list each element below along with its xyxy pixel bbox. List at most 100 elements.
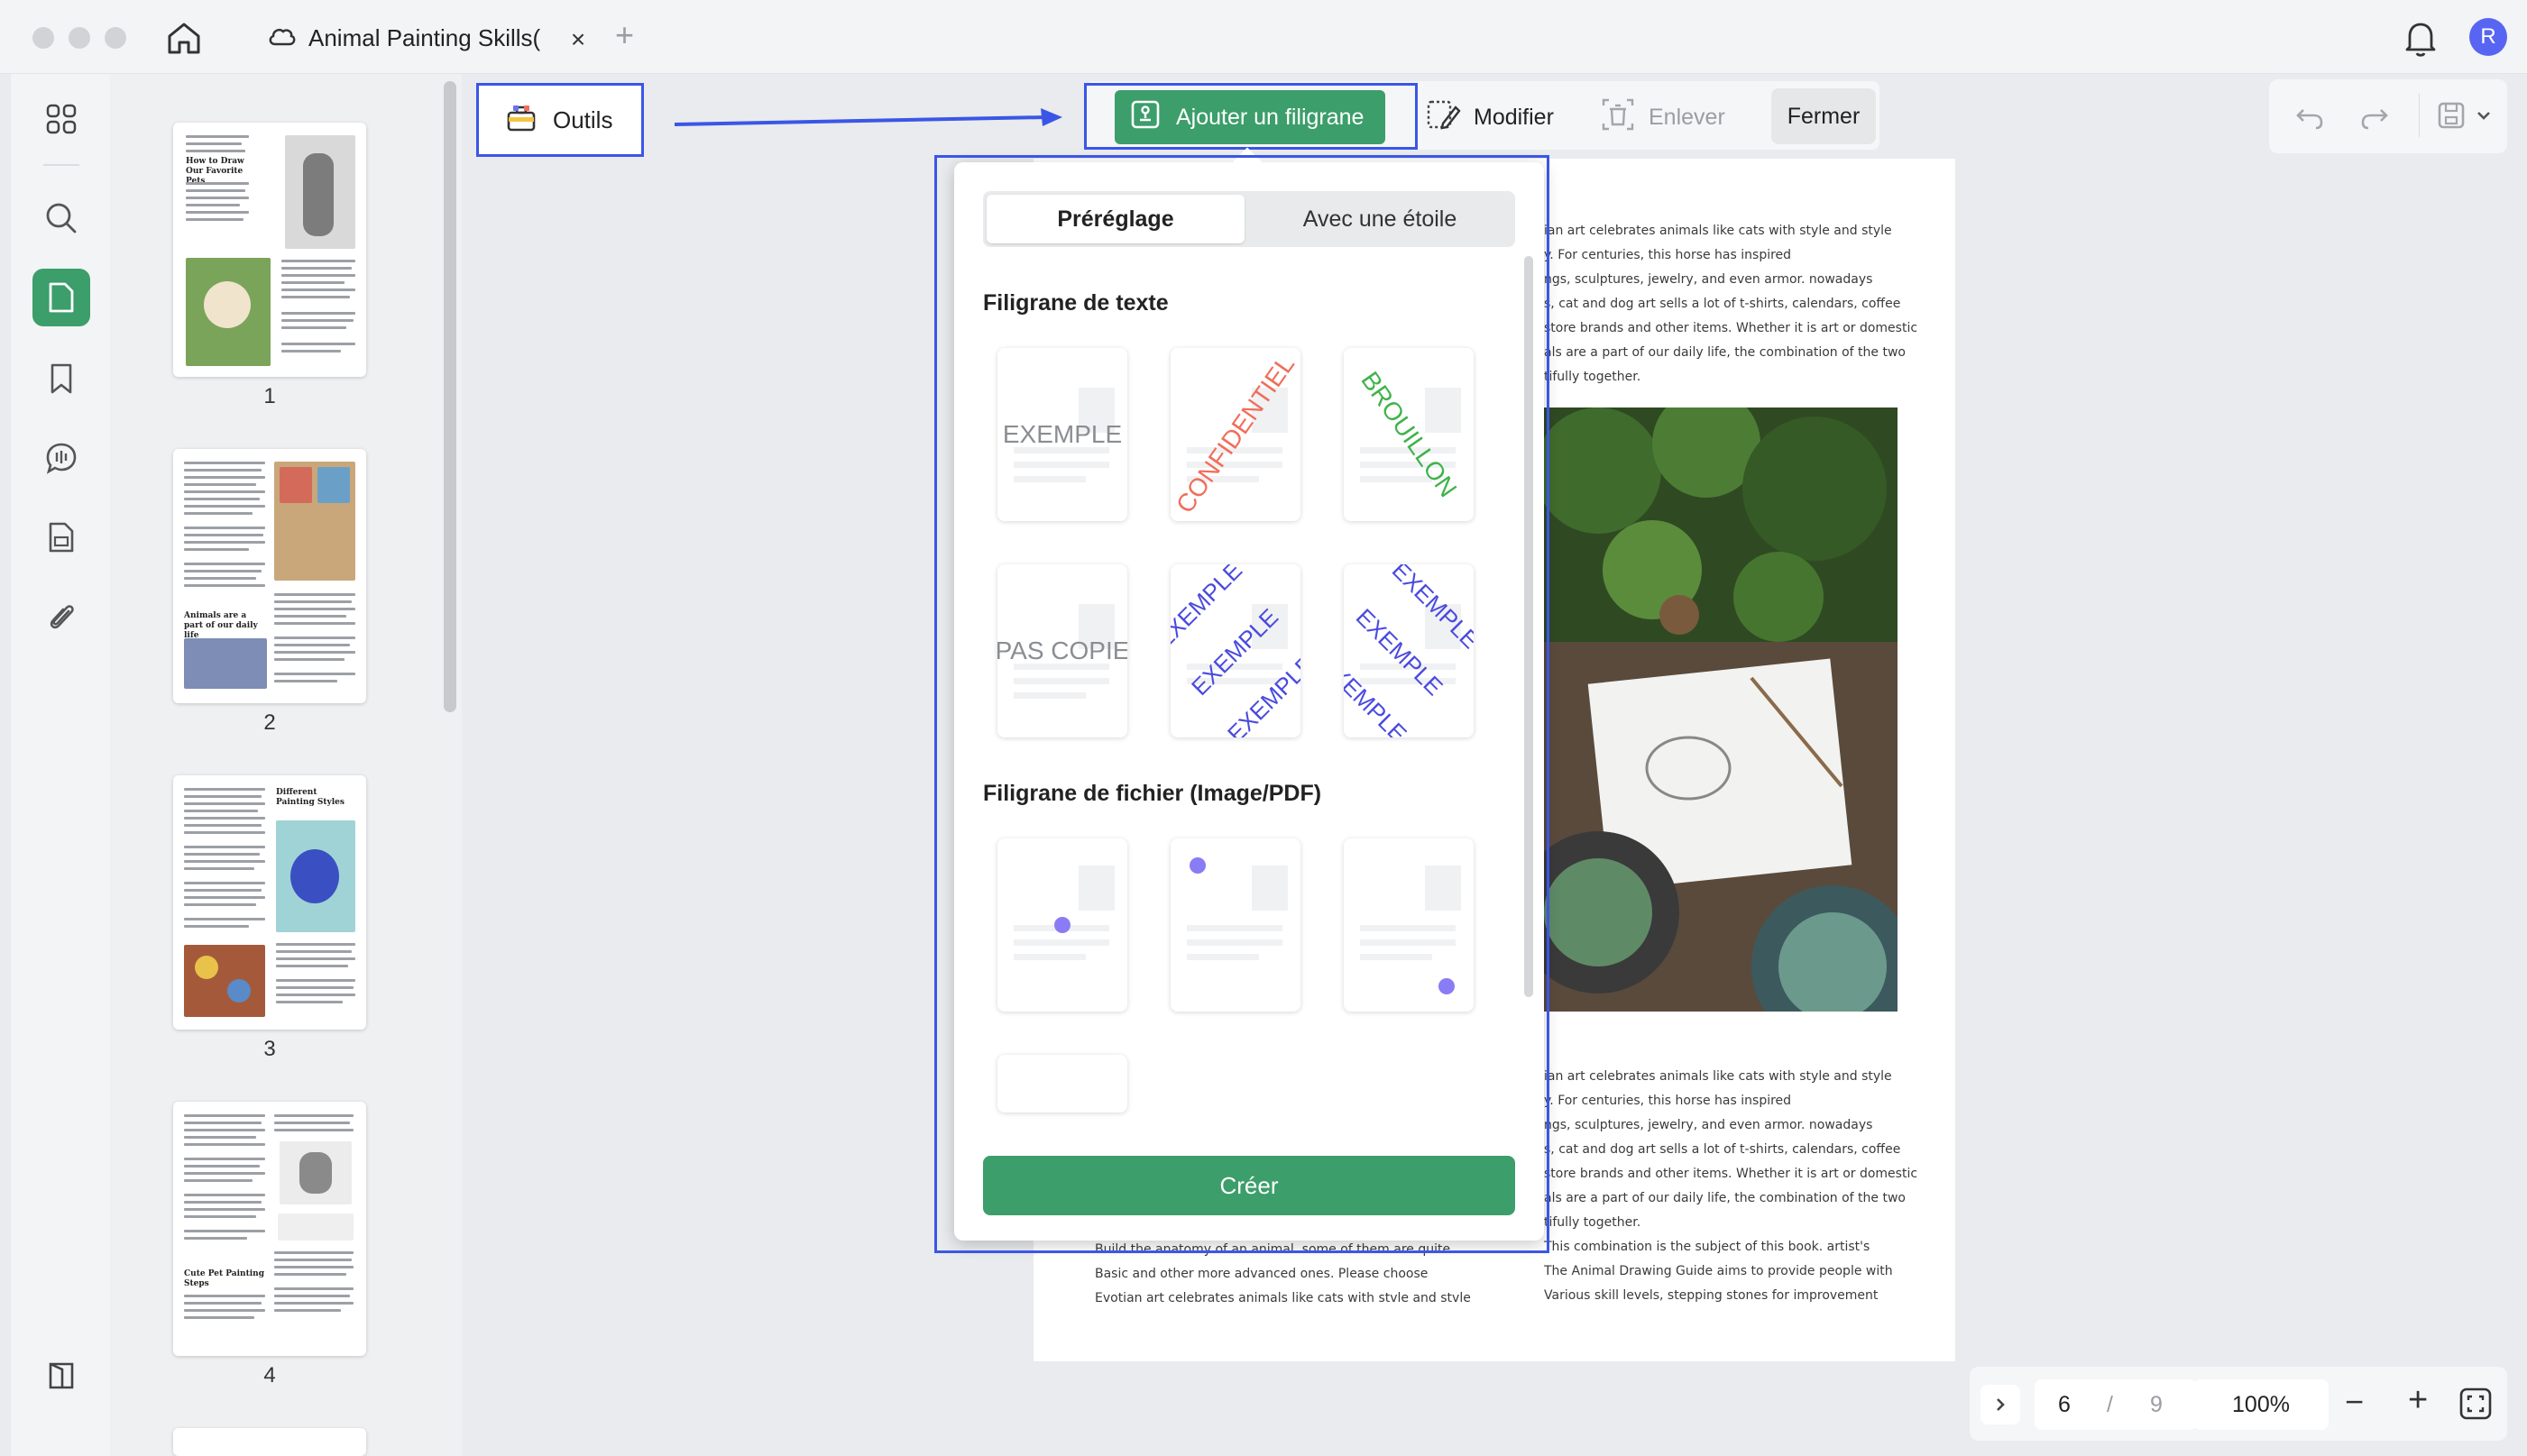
document-text-line: Basic and other more advanced ones. Plea… [1095, 1267, 1429, 1281]
window-minimize-button[interactable] [69, 27, 90, 49]
rail-divider [43, 164, 79, 166]
document-text-line: ngs, sculptures, jewelry, and even armor… [1544, 272, 1873, 287]
document-text-line: store brands and other items. Whether it… [1544, 1167, 1918, 1181]
save-icon[interactable] [2435, 99, 2467, 136]
file-watermark-preset-tiled[interactable] [997, 1055, 1127, 1113]
apps-grid-icon[interactable] [32, 90, 90, 148]
text-watermark-preset-draft[interactable]: BROUILLON [1344, 348, 1474, 521]
file-watermark-preset-top-left[interactable] [1171, 838, 1300, 1012]
sidebar-toggle-icon[interactable] [32, 1347, 90, 1405]
page-thumbnail-1[interactable]: How to Draw Our Favorite Pets [173, 123, 366, 377]
page-thumbnail-5[interactable] [173, 1428, 366, 1456]
document-text-line: y. For centuries, this horse has inspire… [1544, 1094, 1792, 1108]
zoom-level[interactable]: 100% [2193, 1379, 2329, 1430]
thumbnail-heading: Cute Pet Painting Steps [184, 1269, 264, 1288]
file-watermark-section-title: Filigrane de fichier (Image/PDF) [983, 781, 1322, 806]
edit-label: Modifier [1474, 104, 1554, 130]
page-separator: / [2107, 1392, 2113, 1417]
toolbox-icon [506, 103, 537, 138]
document-text-line: ian art celebrates animals like cats wit… [1544, 1069, 1892, 1084]
page-number-label: 1 [263, 384, 276, 408]
cloud-icon [267, 24, 296, 52]
window-close-button[interactable] [32, 27, 54, 49]
redo-icon[interactable] [2359, 101, 2390, 136]
window-zoom-button[interactable] [105, 27, 126, 49]
annotation-arrow [674, 108, 1062, 126]
document-tab[interactable]: Animal Painting Skills( × [267, 13, 602, 63]
page-organize-icon[interactable] [32, 508, 90, 566]
watermark-text: PAS COPIE [997, 636, 1127, 664]
page-number-field: 6 / 9 [2035, 1379, 2197, 1430]
bookmark-icon[interactable] [32, 350, 90, 407]
document-text-line: s, cat and dog art sells a lot of t-shir… [1544, 297, 1901, 311]
home-icon[interactable] [164, 20, 204, 56]
attachment-icon[interactable] [32, 588, 90, 646]
watermark-text: EXEMPLE [1002, 420, 1123, 448]
current-page-input[interactable]: 6 [2058, 1392, 2071, 1418]
document-text-line: tifully together. [1544, 370, 1641, 384]
document-text-line: als are a part of our daily life, the co… [1544, 1191, 1906, 1205]
text-watermark-preset-not-copy[interactable]: PAS COPIE [997, 564, 1127, 737]
text-watermark-preset-sample[interactable]: EXEMPLE [997, 348, 1127, 521]
page-navigation-bar: 6 / 9 100% − + [1970, 1367, 2507, 1441]
page-number-label: 4 [263, 1363, 276, 1387]
thumbnail-heading: Different Painting Styles [276, 788, 345, 807]
chevron-down-icon[interactable] [2475, 106, 2493, 129]
new-tab-button[interactable]: + [615, 16, 634, 54]
bell-icon[interactable] [2403, 18, 2439, 58]
edit-watermark-icon [1425, 96, 1461, 139]
toolbar-divider [2419, 94, 2420, 137]
page-thumbnail-3[interactable]: Different Painting Styles [173, 775, 366, 1030]
edit-watermark-button[interactable]: Modifier [1425, 90, 1554, 144]
tab-starred[interactable]: Avec une étoile [1248, 195, 1512, 243]
document-text-line: ngs, sculptures, jewelry, and even armor… [1544, 1118, 1873, 1132]
document-text-line: ian art celebrates animals like cats wit… [1544, 224, 1892, 238]
remove-watermark-button[interactable]: Enlever [1600, 90, 1725, 144]
tab-preset[interactable]: Préréglage [987, 195, 1245, 243]
file-watermark-preset-center[interactable] [997, 838, 1127, 1012]
panel-scrollbar[interactable] [1524, 256, 1533, 997]
document-text-line: y. For centuries, this horse has inspire… [1544, 248, 1792, 262]
document-text-line: Various skill levels, stepping stones fo… [1544, 1288, 1879, 1303]
document-photo [1544, 407, 1898, 1012]
fit-page-icon[interactable] [2458, 1387, 2493, 1425]
comment-icon[interactable] [32, 429, 90, 487]
file-watermark-preset-bottom-right[interactable] [1344, 838, 1474, 1012]
thumbnails-icon[interactable] [32, 269, 90, 326]
left-navigation-rail [11, 74, 110, 1456]
undo-icon[interactable] [2294, 101, 2325, 136]
title-bar: Animal Painting Skills( × + R [0, 0, 2527, 74]
page-thumbnail-2[interactable]: Animals are a part of our daily life [173, 449, 366, 703]
document-text-line: tifully together. [1544, 1215, 1641, 1230]
thumbnail-heading: Animals are a part of our daily life [184, 611, 258, 640]
page-thumbnail-4[interactable]: Cute Pet Painting Steps [173, 1102, 366, 1356]
create-button[interactable]: Créer [983, 1156, 1515, 1215]
remove-watermark-icon [1600, 96, 1636, 139]
document-text-line: als are a part of our daily life, the co… [1544, 345, 1906, 360]
history-toolbar [2269, 79, 2507, 153]
document-text-line: The Animal Drawing Guide aims to provide… [1544, 1264, 1893, 1278]
document-text-line: This combination is the subject of this … [1544, 1240, 1870, 1254]
text-watermark-preset-tiled-b[interactable]: EXEMPLE EXEMPLE EXEMPLE [1344, 564, 1474, 737]
page-number-label: 3 [263, 1037, 276, 1061]
text-watermark-preset-confidential[interactable]: CONFIDENTIEL [1171, 348, 1300, 521]
close-watermark-button[interactable]: Fermer [1771, 88, 1876, 144]
zoom-out-button[interactable]: − [2345, 1383, 2364, 1421]
zoom-in-button[interactable]: + [2408, 1381, 2428, 1420]
document-tab-title: Animal Painting Skills( [308, 23, 541, 51]
document-text-line: Evotian art celebrates animals like cats… [1095, 1291, 1471, 1305]
document-text-line: s, cat and dog art sells a lot of t-shir… [1544, 1142, 1901, 1157]
text-watermark-preset-tiled-a[interactable]: EXEMPLE EXEMPLE EXEMPLE [1171, 564, 1300, 737]
tab-close-icon[interactable]: × [565, 25, 592, 54]
page-number-label: 2 [263, 710, 276, 735]
tools-label: Outils [553, 105, 613, 133]
remove-label: Enlever [1649, 104, 1725, 130]
document-text-line: store brands and other items. Whether it… [1544, 321, 1918, 335]
add-watermark-highlight [1084, 83, 1418, 150]
tools-button[interactable]: Outils [476, 83, 644, 157]
user-avatar[interactable]: R [2469, 18, 2507, 56]
thumbnail-scrollbar[interactable] [444, 81, 456, 712]
text-watermark-section-title: Filigrane de texte [983, 290, 1169, 316]
chevron-right-icon[interactable] [1980, 1385, 2020, 1424]
search-icon[interactable] [32, 189, 90, 247]
